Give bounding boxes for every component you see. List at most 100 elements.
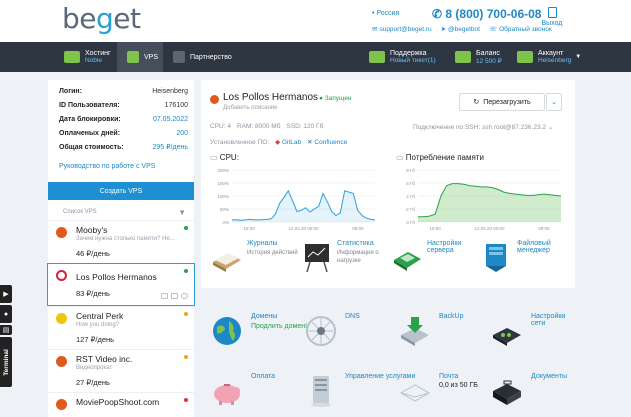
y-tick-label: 8 Гб — [406, 168, 415, 173]
documents-service[interactable]: Документы — [489, 373, 567, 409]
nav-account[interactable]: Аккаунт Heisenberg ▼ — [507, 42, 631, 72]
nav-partnership[interactable]: Партнерство — [163, 42, 359, 72]
block-date-row: Дата блокировки: 07.05.2022 — [48, 112, 194, 126]
y-tick-label: 2 Гб — [406, 207, 415, 212]
mail-service[interactable]: Почта 0,0 из 50 ГБ — [397, 373, 478, 409]
settings-icon[interactable] — [181, 293, 188, 299]
status-dot — [184, 312, 188, 316]
domains-icon — [213, 317, 241, 345]
server-name: Los Pollos Hermanos — [223, 92, 319, 103]
account-icon — [517, 51, 533, 63]
callback-link[interactable]: ☏ Обратный звонок — [489, 25, 552, 33]
folder-icon[interactable] — [171, 293, 178, 299]
network-settings-service[interactable]: Настройки сети — [489, 313, 575, 349]
hosting-icon — [64, 51, 80, 63]
vps-name: RST Video inc. — [76, 354, 133, 364]
renew-domain-link[interactable]: Продлить домен! — [251, 322, 307, 331]
x-tick-label: 08:00 — [352, 226, 364, 231]
vps-name: Mooby's — [76, 225, 108, 235]
block-date-value: 07.05.2022 — [152, 115, 188, 123]
play-icon: ▶ — [3, 291, 9, 298]
exit-button[interactable]: Выход — [541, 7, 563, 27]
ubuntu-icon — [56, 399, 67, 410]
y-tick-label: 4 Гб — [406, 194, 415, 199]
apple-store-button[interactable]: ● — [0, 305, 12, 323]
terminal-tab[interactable]: Terminal — [0, 337, 12, 387]
file-manager-icon — [486, 244, 506, 272]
mail-title: Почта — [439, 373, 459, 380]
memory-chart: 8 Гб 6 Гб 4 Гб 2 Гб 0 Гб 16:00 12.02.20 00:00 0… — [396, 166, 566, 236]
nav-account-label: Аккаунт — [538, 50, 564, 57]
add-description-link[interactable]: Добавить описание — [223, 105, 277, 111]
vps-icon — [127, 51, 139, 63]
support-email-text: support@beget.ru — [379, 26, 432, 33]
vps-item-rst-video[interactable]: RST Video inc. Видеопрокат 27 ₽/день — [48, 349, 194, 392]
support-email-link[interactable]: ✉ support@beget.ru — [372, 25, 432, 33]
ssh-connection[interactable]: Подключение по SSH: ssh root@87.236.23.2… — [413, 123, 553, 131]
phone-number[interactable]: ✆ 8 (800) 700-06-08 — [432, 7, 541, 21]
payment-title: Оплата — [251, 373, 276, 380]
chevron-down-icon: ⌄ — [547, 124, 554, 131]
domains-service[interactable]: Домены Продлить домен! — [209, 313, 307, 349]
vps-name: Central Perk — [76, 311, 124, 321]
cpu-chart-title: ▭ CPU: — [210, 153, 239, 162]
linux-icon — [56, 313, 67, 324]
vps-item-central-perk[interactable]: Central Perk How you doing? 127 ₽/день — [48, 306, 194, 349]
console-icon[interactable] — [161, 293, 168, 299]
ubuntu-icon — [56, 227, 67, 238]
y-tick-label: 150% — [217, 181, 229, 186]
logs-icon — [213, 253, 241, 272]
server-tools: Журналы История действий Статистика Информ… — [210, 240, 570, 274]
reboot-button[interactable]: ↻ Перезагрузить — [459, 93, 545, 111]
installed-label: Установленное ПО: — [210, 138, 270, 146]
nav-account-sub: Heisenberg — [538, 57, 572, 64]
vps-item-los-pollos[interactable]: Los Pollos Hermanos 83 ₽/день — [47, 263, 195, 306]
nav-hosting[interactable]: Хостинг Noble — [0, 42, 117, 72]
backup-title: BackUp — [439, 313, 464, 320]
nav-balance-sub: 12 500 ₽ — [476, 57, 502, 65]
region-selector[interactable]: • Россия — [372, 10, 399, 17]
create-vps-button[interactable]: Создать VPS — [48, 182, 194, 200]
terminal-toggle[interactable]: ▤ — [0, 325, 12, 335]
gitlab-label: GitLab — [281, 139, 302, 146]
confluence-link[interactable]: ✕ Confluence — [307, 138, 347, 146]
network-icon — [493, 328, 521, 346]
nav-hosting-sub: Noble — [85, 57, 102, 64]
backup-service[interactable]: BackUp — [397, 313, 464, 349]
chevron-down-icon: ⌄ — [551, 99, 557, 106]
server-settings-tool[interactable]: Настройки сервера — [390, 240, 480, 274]
terminal-toggle-icon: ▤ — [2, 327, 10, 334]
dns-title: DNS — [345, 313, 360, 320]
nav-balance[interactable]: Баланс 12 500 ₽ — [445, 42, 507, 72]
terminal-label: Terminal — [2, 348, 10, 376]
file-manager-title: Файловый менеджер — [517, 240, 551, 254]
google-play-button[interactable]: ▶ — [0, 285, 12, 303]
nav-balance-text: Баланс 12 500 ₽ — [476, 50, 502, 65]
vps-item-moviepoopshoot[interactable]: MoviePoopShoot.com — [48, 392, 194, 417]
dns-service[interactable]: DNS — [303, 313, 360, 349]
nav-support[interactable]: Поддержка Новый тикет(1) — [359, 42, 445, 72]
payment-service[interactable]: Оплата — [209, 373, 275, 409]
file-manager-tool[interactable]: Файловый менеджер — [480, 240, 570, 274]
nav-vps[interactable]: VPS — [117, 42, 163, 72]
mail-icon — [399, 384, 431, 402]
piggy-bank-icon — [214, 384, 240, 405]
callback-icon: ☏ — [488, 26, 498, 33]
reboot-dropdown[interactable]: ⌄ — [546, 93, 562, 111]
vps-item-moobys[interactable]: Mooby's Зачем нужна столько памяти? Не..… — [48, 220, 194, 263]
gitlab-link[interactable]: ◆ GitLab — [275, 138, 301, 146]
memory-chart-title: ▭ Потребление памяти — [396, 153, 484, 162]
side-toolbar: ▶ ● ▤ Terminal — [0, 285, 12, 387]
server-panel: Los Pollos Hermanos ● Запущен Добавить о… — [201, 80, 575, 288]
filter-icon[interactable]: ▼ — [178, 208, 186, 217]
telegram-link[interactable]: ➤ @begetbot — [441, 25, 480, 33]
beget-logo[interactable]: beget — [62, 2, 141, 35]
stats-tool[interactable]: Статистика Информация о нагрузке — [300, 240, 390, 274]
logs-tool[interactable]: Журналы История действий — [210, 240, 300, 274]
nav-hosting-label: Хостинг — [85, 50, 111, 57]
memory-title-text: Потребление памяти — [405, 153, 484, 162]
phone-text: 8 (800) 700-06-08 — [445, 7, 542, 21]
backup-icon — [401, 317, 429, 346]
services-grid: Домены Продлить домен! DNS BackUp Настрой… — [201, 295, 575, 417]
vps-guide-link[interactable]: Руководство по работе с VPS — [48, 154, 194, 182]
